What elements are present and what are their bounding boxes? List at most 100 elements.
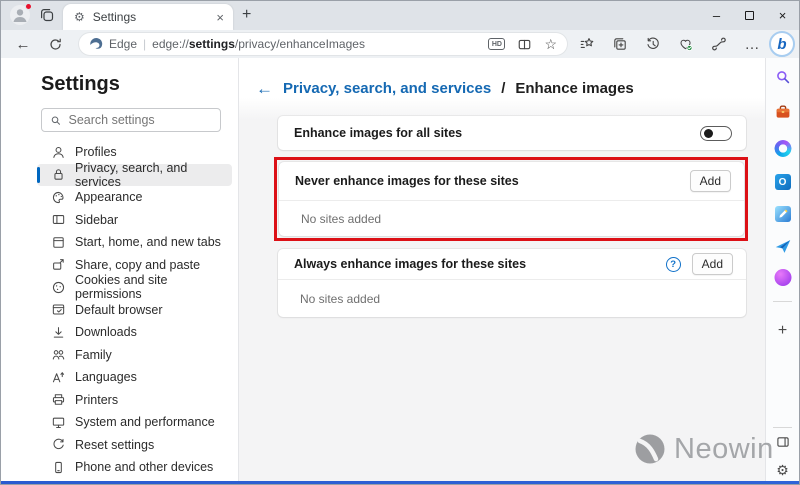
maximize-icon bbox=[745, 11, 754, 20]
close-button[interactable]: × bbox=[766, 1, 799, 30]
person-icon bbox=[51, 145, 66, 160]
monitor-icon bbox=[51, 415, 66, 430]
cookie-icon bbox=[51, 280, 66, 295]
toolbar-icons: … bbox=[579, 36, 760, 52]
desktop-edge-strip bbox=[1, 481, 799, 485]
palette-icon bbox=[51, 190, 66, 205]
sidebar-item-printers[interactable]: Printers bbox=[37, 389, 232, 412]
rail-outlook-icon[interactable]: O bbox=[775, 174, 791, 190]
sidebar-item-system[interactable]: System and performance bbox=[37, 411, 232, 434]
lock-icon bbox=[51, 167, 66, 182]
phone-icon bbox=[51, 460, 66, 475]
always-enhance-card: Always enhance images for these sites ? … bbox=[278, 249, 746, 317]
profile-avatar[interactable] bbox=[10, 5, 30, 25]
browser-name-label: Edge bbox=[109, 37, 137, 51]
watermark-text: Neowin bbox=[674, 433, 774, 466]
enhance-images-hd-icon[interactable]: HD bbox=[488, 38, 505, 50]
enhance-all-sites-card: Enhance images for all sites bbox=[278, 116, 746, 150]
page-icon bbox=[51, 235, 66, 250]
always-enhance-label: Always enhance images for these sites bbox=[294, 257, 526, 271]
sidebar-title: Settings bbox=[41, 72, 238, 96]
bing-copilot-icon[interactable]: b bbox=[769, 31, 795, 57]
split-screen-icon[interactable] bbox=[517, 37, 532, 52]
new-tab-button[interactable]: + bbox=[242, 6, 251, 24]
never-enhance-add-button[interactable]: Add bbox=[690, 170, 731, 192]
rail-shopping-icon[interactable] bbox=[775, 104, 791, 120]
rail-copilot-icon[interactable] bbox=[774, 140, 791, 157]
never-enhance-empty-text: No sites added bbox=[279, 212, 381, 226]
settings-nav-list: Profiles Privacy, search, and services A… bbox=[1, 141, 238, 479]
favorite-star-icon[interactable]: ☆ bbox=[544, 36, 557, 53]
edge-sidebar-rail: O + ⚙ bbox=[765, 58, 799, 481]
refresh-button[interactable] bbox=[47, 36, 63, 52]
tab-close-icon[interactable]: × bbox=[216, 11, 224, 24]
more-options-icon[interactable]: … bbox=[744, 36, 760, 52]
collections-icon[interactable] bbox=[612, 36, 628, 52]
search-input[interactable] bbox=[69, 113, 212, 127]
workspaces-icon[interactable] bbox=[39, 7, 55, 28]
never-enhance-label: Never enhance images for these sites bbox=[295, 174, 519, 188]
always-enhance-empty-text: No sites added bbox=[278, 292, 380, 306]
rail-add-icon[interactable]: + bbox=[778, 322, 787, 340]
rail-games-icon[interactable] bbox=[774, 269, 791, 286]
browser-check-icon bbox=[51, 302, 66, 317]
download-icon bbox=[51, 325, 66, 340]
sidebar-layout-icon bbox=[51, 212, 66, 227]
printer-icon bbox=[51, 392, 66, 407]
sidebar-item-appearance[interactable]: Appearance bbox=[37, 186, 232, 209]
browser-essentials-icon[interactable] bbox=[678, 36, 694, 52]
sidebar-item-family[interactable]: Family bbox=[37, 344, 232, 367]
rail-drop-icon[interactable] bbox=[774, 238, 791, 255]
tab-settings[interactable]: ⚙ Settings × bbox=[63, 4, 233, 30]
enhance-all-sites-label: Enhance images for all sites bbox=[294, 126, 462, 140]
settings-search-box[interactable] bbox=[41, 108, 221, 132]
sidebar-item-phone[interactable]: Phone and other devices bbox=[37, 456, 232, 479]
breadcrumb-back-icon[interactable]: ← bbox=[256, 80, 273, 97]
page-title: Enhance images bbox=[515, 80, 633, 97]
url-text[interactable]: edge://settings/privacy/enhanceImages bbox=[152, 37, 365, 51]
enhance-all-sites-toggle[interactable] bbox=[700, 126, 732, 141]
rail-divider bbox=[773, 301, 792, 302]
minimize-button[interactable]: – bbox=[700, 1, 733, 30]
sidebar-item-sidebar[interactable]: Sidebar bbox=[37, 209, 232, 232]
reset-icon bbox=[51, 437, 66, 452]
never-enhance-card: Never enhance images for these sites Add… bbox=[279, 162, 744, 236]
navigation-toolbar: ← Edge | edge://settings/privacy/enhance… bbox=[1, 30, 799, 58]
family-icon bbox=[51, 347, 66, 362]
breadcrumb-separator: / bbox=[501, 80, 505, 97]
back-button[interactable]: ← bbox=[15, 36, 31, 52]
sidebar-item-cookies[interactable]: Cookies and site permissions bbox=[37, 276, 232, 299]
sidebar-item-privacy[interactable]: Privacy, search, and services bbox=[37, 164, 232, 187]
language-icon bbox=[51, 370, 66, 385]
favorites-icon[interactable] bbox=[579, 36, 595, 52]
settings-sidebar: Settings Profiles Priv bbox=[1, 58, 239, 481]
history-icon[interactable] bbox=[645, 36, 661, 52]
share-icon bbox=[51, 257, 66, 272]
sidebar-item-start-home[interactable]: Start, home, and new tabs bbox=[37, 231, 232, 254]
toggle-knob bbox=[704, 129, 713, 138]
rail-designer-icon[interactable] bbox=[775, 206, 791, 222]
browser-window: ⚙ Settings × + – × ← Edge | edge://setti… bbox=[0, 0, 800, 485]
window-controls: – × bbox=[700, 1, 799, 30]
settings-gear-icon: ⚙ bbox=[74, 11, 85, 23]
rail-search-icon[interactable] bbox=[775, 69, 791, 85]
search-icon bbox=[50, 114, 62, 127]
edge-logo-icon bbox=[89, 37, 103, 51]
share-link-icon[interactable] bbox=[711, 36, 727, 52]
sidebar-item-downloads[interactable]: Downloads bbox=[37, 321, 232, 344]
sidebar-item-reset[interactable]: Reset settings bbox=[37, 434, 232, 457]
sidebar-item-languages[interactable]: Languages bbox=[37, 366, 232, 389]
sidebar-item-default-browser[interactable]: Default browser bbox=[37, 299, 232, 322]
rail-settings-gear-icon[interactable]: ⚙ bbox=[776, 462, 789, 479]
breadcrumb-parent-link[interactable]: Privacy, search, and services bbox=[283, 80, 491, 97]
rail-sidebar-panel-icon[interactable] bbox=[776, 436, 789, 448]
always-enhance-add-button[interactable]: Add bbox=[692, 253, 733, 275]
notification-dot bbox=[25, 3, 32, 10]
browser-body: Settings Profiles Priv bbox=[1, 58, 799, 481]
help-icon[interactable]: ? bbox=[666, 257, 681, 272]
rail-divider-bottom bbox=[773, 427, 792, 428]
settings-content: ← Privacy, search, and services / Enhanc… bbox=[239, 58, 765, 481]
address-bar[interactable]: Edge | edge://settings/privacy/enhanceIm… bbox=[79, 33, 567, 55]
maximize-button[interactable] bbox=[733, 1, 766, 30]
neowin-logo-icon bbox=[633, 432, 667, 466]
